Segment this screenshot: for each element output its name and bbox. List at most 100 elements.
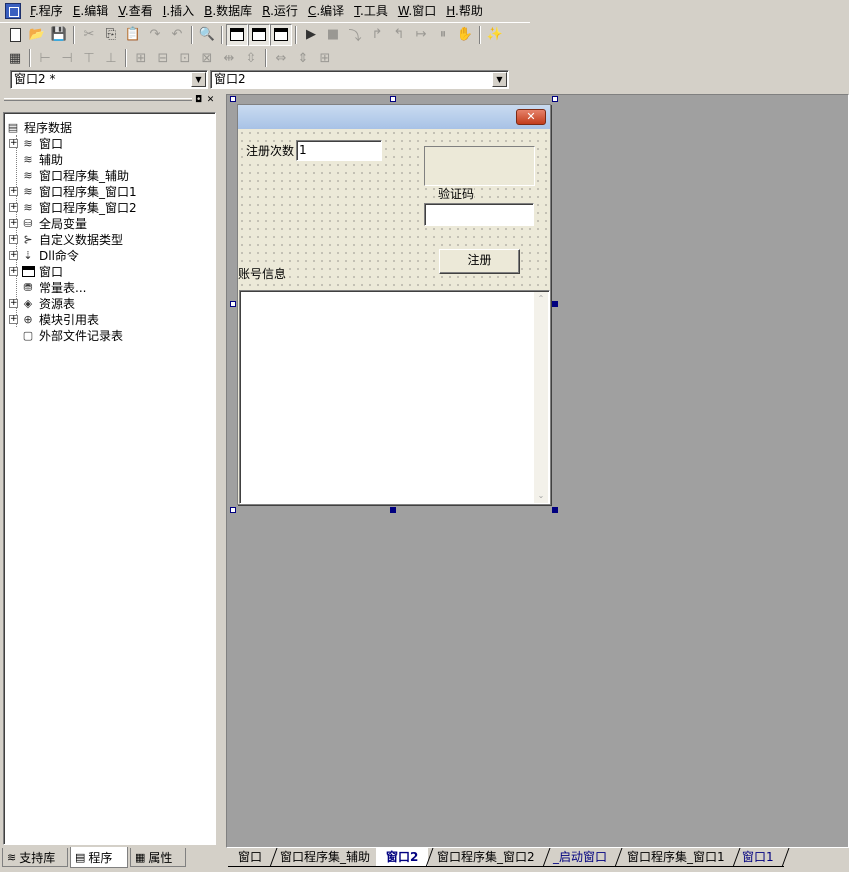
undo-icon[interactable]: ↶ [166, 24, 188, 46]
grid-icon[interactable]: ⊞ [314, 47, 336, 69]
expand-icon[interactable]: + [9, 266, 18, 276]
captcha-field[interactable] [424, 203, 534, 226]
object-select[interactable]: 窗口2 * ▼ [10, 70, 208, 89]
panel-grip[interactable] [4, 98, 192, 101]
tab-properties[interactable]: ▦ 属性 [130, 848, 186, 867]
tree-item[interactable]: + ◈ 资源表 [9, 295, 75, 311]
paste-icon[interactable]: 📋 [122, 24, 144, 46]
expand-icon[interactable]: + [9, 250, 18, 260]
project-tree[interactable]: ▤ 程序数据 + ≋ 窗口 ≋ 辅助 ≋ 窗口程序集_辅助 + ≋ 窗口程序集_窗口1 + ≋… [3, 112, 216, 845]
doc-tab[interactable]: 窗口程序集_窗口2 [427, 848, 545, 867]
find-icon[interactable]: 🔍 [196, 24, 218, 46]
cut-icon[interactable]: ✂ [78, 24, 100, 46]
menu-tools[interactable]: T.工具 [349, 0, 393, 22]
open-folder-icon[interactable]: 📂 [26, 24, 48, 46]
tree-item[interactable]: + ⊱ 自定义数据类型 [9, 231, 123, 247]
wizard-icon[interactable]: ✨ [484, 24, 506, 46]
expand-icon[interactable]: + [9, 202, 18, 212]
save-icon[interactable]: 💾 [48, 24, 70, 46]
step-over-icon[interactable]: ↱ [366, 24, 388, 46]
redo-icon[interactable]: ↷ [144, 24, 166, 46]
register-button[interactable]: 注册 [439, 249, 520, 274]
center-vertical-icon[interactable]: ⊟ [152, 47, 174, 69]
run-to-cursor-icon[interactable]: ↦ [410, 24, 432, 46]
menu-database[interactable]: B.数据库 [199, 0, 257, 22]
layout-side-icon[interactable] [270, 23, 292, 46]
menu-view[interactable]: V.查看 [113, 0, 158, 22]
resize-handle[interactable] [552, 96, 558, 102]
distribute-icon[interactable]: ⇕ [292, 47, 314, 69]
doc-tab[interactable]: 窗口程序集_辅助 [270, 848, 381, 867]
space-vertical-icon[interactable]: ⇳ [240, 47, 262, 69]
align-bottom-icon[interactable]: ⊥ [100, 47, 122, 69]
breakpoint-icon[interactable]: ⏸ [432, 24, 454, 46]
resize-handle[interactable] [390, 96, 396, 102]
stop-icon[interactable]: ■ [322, 24, 344, 46]
align-top-icon[interactable]: ⊤ [78, 47, 100, 69]
close-icon[interactable]: ✕ [205, 95, 216, 106]
same-size-icon[interactable]: ⇔ [270, 47, 292, 69]
tree-item[interactable]: + ≋ 窗口程序集_窗口2 [9, 199, 137, 215]
captcha-image-box[interactable] [424, 146, 535, 186]
resize-handle[interactable] [552, 301, 558, 307]
run-icon[interactable]: ▶ [300, 24, 322, 46]
form-titlebar[interactable]: ✕ [238, 105, 550, 129]
menu-compile[interactable]: C.编译 [303, 0, 349, 22]
menu-run[interactable]: R.运行 [257, 0, 303, 22]
tree-item[interactable]: ▢ 外部文件记录表 [9, 327, 123, 343]
expand-icon[interactable]: + [9, 138, 18, 148]
expand-icon[interactable]: + [9, 186, 18, 196]
vertical-scrollbar[interactable]: ⌃ ⌄ [534, 292, 548, 503]
tree-item[interactable]: ⛃ 常量表... [9, 279, 86, 295]
tree-item[interactable]: + 窗口 [9, 263, 63, 279]
layout-top-icon[interactable] [226, 23, 248, 46]
tree-item[interactable]: + ≋ 窗口程序集_窗口1 [9, 183, 137, 199]
scroll-down-icon[interactable]: ⌄ [534, 489, 548, 503]
align-left-icon[interactable]: ⊢ [34, 47, 56, 69]
account-info-editbox[interactable]: ⌃ ⌄ [239, 290, 550, 504]
doc-tab[interactable]: _启动窗口 [543, 848, 618, 867]
copy-icon[interactable]: ⎘ [100, 24, 122, 46]
tree-item[interactable]: + ≋ 窗口 [9, 135, 63, 151]
tree-item[interactable]: ≋ 窗口程序集_辅助 [9, 167, 129, 183]
resize-handle[interactable] [230, 301, 236, 307]
menu-edit[interactable]: E.编辑 [68, 0, 113, 22]
center-horizontal-icon[interactable]: ⊞ [130, 47, 152, 69]
chevron-down-icon[interactable]: ▼ [191, 72, 206, 87]
new-file-icon[interactable] [4, 24, 26, 46]
resize-handle[interactable] [390, 507, 396, 513]
menu-help[interactable]: H.帮助 [441, 0, 488, 22]
menu-program[interactable]: F.程序 [25, 0, 68, 22]
expand-icon[interactable]: + [9, 298, 18, 308]
form-designer-window[interactable]: ✕ 注册次数 1 验证码 注册 账号信息 ⌃ ⌄ [237, 104, 551, 505]
step-out-icon[interactable]: ↰ [388, 24, 410, 46]
chevron-down-icon[interactable]: ▼ [492, 72, 507, 87]
resize-handle[interactable] [552, 507, 558, 513]
scroll-up-icon[interactable]: ⌃ [534, 292, 548, 306]
tree-item[interactable]: + ⇣ Dll命令 [9, 247, 79, 263]
tree-item[interactable]: + ⊕ 模块引用表 [9, 311, 99, 327]
menu-window[interactable]: W.窗口 [393, 0, 441, 22]
reg-count-field[interactable]: 1 [296, 140, 382, 161]
expand-icon[interactable]: + [9, 314, 18, 324]
tab-program[interactable]: ▤ 程序 [70, 847, 128, 868]
resize-handle[interactable] [230, 507, 236, 513]
resize-handle[interactable] [230, 96, 236, 102]
app-icon[interactable] [5, 3, 21, 19]
form-client-area[interactable]: 注册次数 1 验证码 注册 账号信息 ⌃ ⌄ [238, 129, 550, 504]
step-into-icon[interactable]: ⤵ [344, 24, 366, 46]
restore-icon[interactable]: ◘ [193, 95, 204, 106]
expand-icon[interactable]: + [9, 218, 18, 228]
doc-tab[interactable]: 窗口程序集_窗口1 [617, 848, 735, 867]
align-right-icon[interactable]: ⊣ [56, 47, 78, 69]
same-height-icon[interactable]: ⊠ [196, 47, 218, 69]
menu-insert[interactable]: I.插入 [158, 0, 199, 22]
doc-tab-active[interactable]: 窗口2 [376, 848, 429, 867]
event-select[interactable]: 窗口2 ▼ [210, 70, 509, 89]
expand-icon[interactable]: + [9, 234, 18, 244]
tree-item[interactable]: + ⛁ 全局变量 [9, 215, 87, 231]
doc-tab[interactable]: 窗口1 [732, 848, 784, 867]
close-icon[interactable]: ✕ [516, 109, 546, 125]
form-icon[interactable]: ▦ [4, 47, 26, 69]
same-width-icon[interactable]: ⊡ [174, 47, 196, 69]
